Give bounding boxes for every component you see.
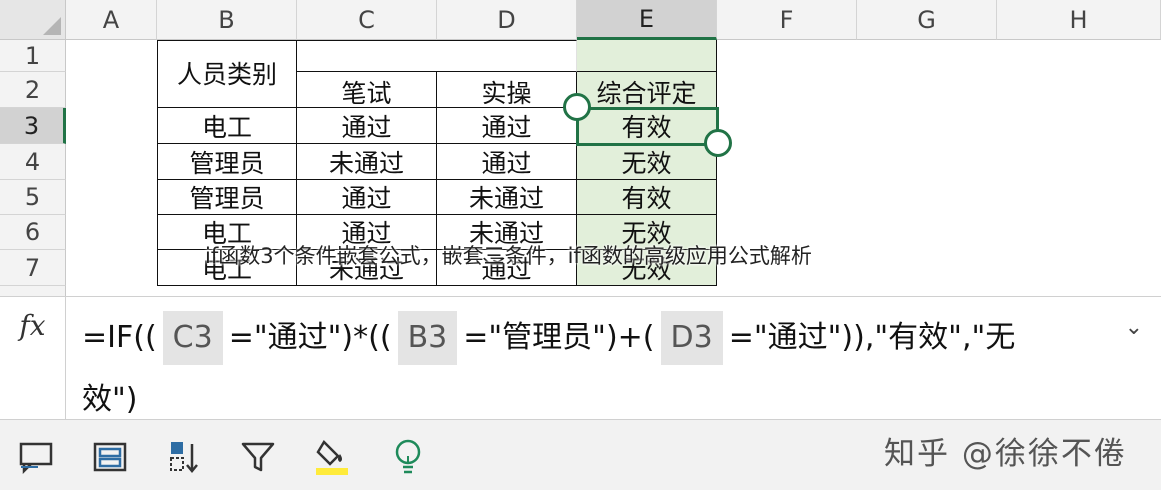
row-header-2[interactable]: 2 [0,72,66,108]
formula-part: =IF(( [82,320,157,355]
formula-bar[interactable]: fx =IF((C3 ="通过")*((B3 ="管理员")+(D3 ="通过")),… [0,296,1161,420]
row-header-8[interactable] [0,286,66,296]
filter-icon[interactable] [236,436,280,478]
table-cell[interactable]: 通过 [437,108,577,144]
table-cell[interactable]: 未通过 [297,144,437,180]
row-header-3[interactable]: 3 [0,108,66,144]
cell-reference: D3 [660,311,723,365]
table-cell[interactable]: 通过 [297,108,437,144]
cell-reference: C3 [162,311,223,365]
selection-start-handle[interactable] [563,93,591,121]
table-cell[interactable]: 通过 [297,180,437,215]
column-header-b[interactable]: B [157,0,297,40]
header-group-cell[interactable]: 人员类别 [157,40,297,108]
column-header-h[interactable]: H [997,0,1161,40]
brand-watermark: 知乎 @徐徐不倦 [884,436,1127,472]
column-header-g[interactable]: G [857,0,997,40]
row-header-4[interactable]: 4 [0,144,66,180]
formula-part: ="管理员")+( [463,320,655,355]
header-cell-overall[interactable]: 综合评定 [577,72,717,108]
row-header-6[interactable]: 6 [0,215,66,250]
result-cell[interactable]: 无效 [577,144,717,180]
formula-part: ="通过")*(( [228,320,392,355]
watermark-caption: if函数3个条件嵌套公式，嵌套三条件，if函数的高级应用公式解析 [205,244,812,268]
column-header-d[interactable]: D [437,0,577,40]
table-cell[interactable]: 通过 [437,144,577,180]
column-header-e[interactable]: E [577,0,717,40]
merged-header-cell[interactable] [297,40,577,72]
comment-icon[interactable] [14,436,58,478]
table-cell[interactable]: 电工 [157,108,297,144]
e1-cell[interactable] [577,40,717,72]
formula-part: 效") [82,382,138,417]
formula-text[interactable]: =IF((C3 ="通过")*((B3 ="管理员")+(D3 ="通过")),"有效… [82,307,1102,431]
column-header-c[interactable]: C [297,0,437,40]
cell-reference: B3 [397,311,458,365]
table-cell[interactable]: 未通过 [437,180,577,215]
row-header-5[interactable]: 5 [0,180,66,215]
selection-end-handle[interactable] [704,129,732,157]
idea-icon[interactable] [386,436,430,478]
header-cell-written-test[interactable]: 笔试 [297,72,437,108]
row-header-7[interactable]: 7 [0,250,66,286]
column-header-a[interactable]: A [66,0,157,40]
formula-part: ="通过")),"有效","无 [728,320,1016,355]
format-cells-icon[interactable] [88,436,132,478]
result-cell[interactable]: 有效 [577,180,717,215]
table-cell[interactable]: 管理员 [157,144,297,180]
fx-label[interactable]: fx [0,297,66,419]
select-all-corner[interactable] [0,0,66,40]
column-header-f[interactable]: F [717,0,857,40]
bottom-toolbar: 知乎 @徐徐不倦 [0,420,1161,490]
fill-color-icon[interactable] [310,436,354,478]
sort-icon[interactable] [162,436,206,478]
spreadsheet-grid: A B C D E F G H 1 2 3 4 5 6 7 人员类别 笔试 实操… [0,0,1161,296]
result-cell[interactable]: 有效 [577,108,717,144]
table-cell[interactable]: 管理员 [157,180,297,215]
header-cell-practical[interactable]: 实操 [437,72,577,108]
chevron-down-icon[interactable]: ⌄ [1125,315,1143,340]
row-header-1[interactable]: 1 [0,40,66,72]
